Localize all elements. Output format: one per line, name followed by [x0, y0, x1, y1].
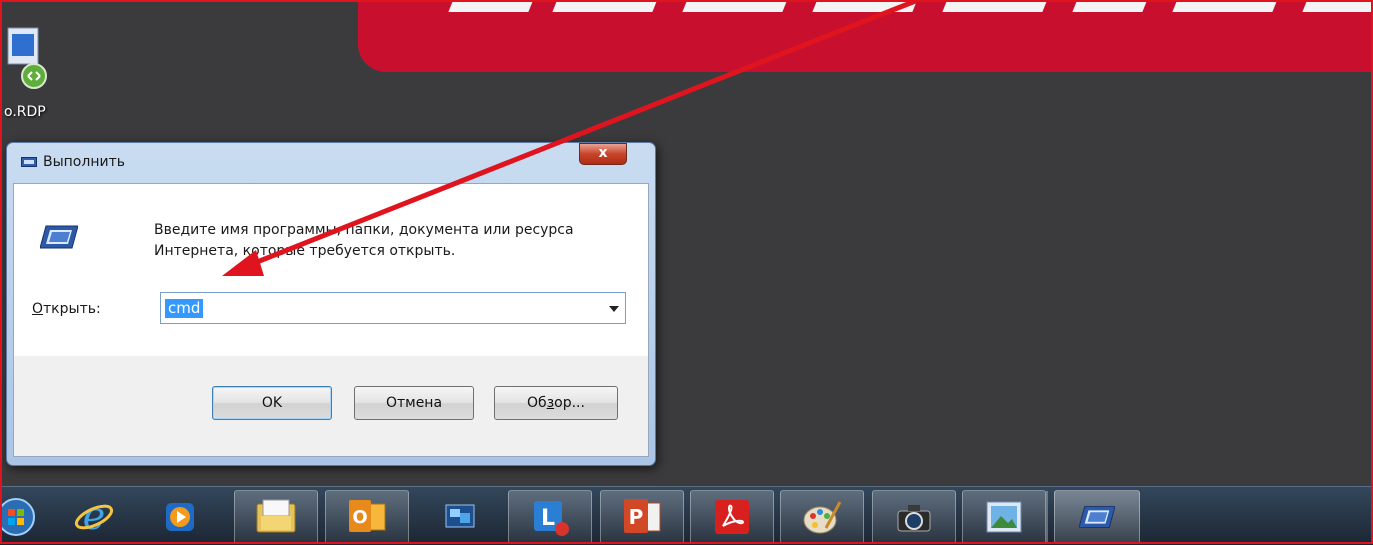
- run-icon: [21, 157, 37, 167]
- taskbar-acrobat[interactable]: [690, 490, 774, 544]
- browse-label-prefix: Об: [527, 395, 547, 411]
- media-player-icon: [166, 503, 194, 531]
- banner-letter-shape: [552, 0, 664, 12]
- svg-text:e: e: [83, 497, 106, 537]
- open-field-label: Открыть:: [32, 301, 101, 317]
- open-combobox[interactable]: cmd: [160, 292, 626, 324]
- start-button[interactable]: [0, 491, 44, 543]
- banner-letter-shape: [942, 0, 1054, 12]
- camera-icon: [897, 505, 931, 532]
- banner-letter-shape: [812, 0, 924, 12]
- open-label-text: ткрыть:: [43, 301, 101, 317]
- remote-desktop-file-icon: [7, 27, 47, 89]
- browse-label-suffix: ор...: [554, 395, 585, 411]
- dialog-title: Выполнить: [43, 154, 125, 170]
- paint-icon: [803, 501, 842, 534]
- banner-letter-shape: [1072, 0, 1154, 12]
- banner-letter-shape: [1172, 0, 1284, 12]
- banner-letter-shape: [448, 0, 540, 12]
- taskbar-powerpoint[interactable]: P: [600, 490, 684, 544]
- dialog-title-bar[interactable]: Выполнить x: [7, 143, 655, 183]
- taskbar-photo-viewer[interactable]: [962, 490, 1046, 544]
- taskbar-media-player[interactable]: [150, 491, 210, 543]
- close-icon: x: [598, 145, 608, 161]
- outlook-icon: O: [349, 500, 386, 532]
- taskbar-separator: [1046, 491, 1048, 543]
- rdp-shortcut-label[interactable]: o.RDP: [4, 104, 46, 120]
- acrobat-icon: [715, 500, 749, 534]
- svg-text:P: P: [629, 505, 644, 529]
- taskbar-run-dialog[interactable]: [1054, 490, 1140, 544]
- svg-text:L: L: [541, 506, 555, 531]
- run-icon: [40, 225, 78, 249]
- taskbar: e O L P: [0, 486, 1373, 545]
- photo-viewer-icon: [986, 501, 1022, 533]
- start-orb-icon: [2, 498, 35, 536]
- open-label-accelerator: О: [32, 301, 44, 317]
- taskbar-camera[interactable]: [872, 490, 956, 544]
- taskbar-file-explorer[interactable]: [234, 490, 318, 544]
- dialog-content-panel: Введите имя программы, папки, документа …: [14, 184, 648, 356]
- svg-text:O: O: [352, 507, 367, 528]
- taskbar-remote-desktop[interactable]: [430, 491, 490, 543]
- run-icon: [1079, 506, 1115, 528]
- dialog-client-area: Введите имя программы, папки, документа …: [13, 183, 649, 457]
- chevron-down-icon[interactable]: [609, 306, 619, 312]
- run-dialog: Выполнить x Введите имя программы, папки…: [6, 142, 656, 466]
- cancel-button[interactable]: Отмена: [354, 386, 474, 420]
- browse-button[interactable]: Обзор...: [494, 386, 618, 420]
- taskbar-paint[interactable]: [780, 490, 864, 544]
- internet-explorer-icon: e: [74, 497, 114, 537]
- banner-letter-shape: [1302, 0, 1373, 12]
- open-input-value[interactable]: cmd: [165, 299, 204, 318]
- taskbar-ie[interactable]: e: [64, 491, 124, 543]
- dialog-description: Введите имя программы, папки, документа …: [154, 222, 574, 259]
- lync-icon: L: [534, 501, 569, 536]
- file-explorer-icon: [256, 499, 296, 533]
- taskbar-outlook[interactable]: O: [325, 490, 409, 544]
- wallpaper-banner: [358, 0, 1373, 72]
- powerpoint-icon: P: [624, 499, 661, 533]
- taskbar-lync[interactable]: L: [508, 490, 592, 544]
- remote-desktop-icon: [445, 504, 475, 528]
- rdp-desktop-shortcut[interactable]: [0, 24, 60, 104]
- close-button[interactable]: x: [579, 143, 627, 165]
- ok-button[interactable]: OK: [212, 386, 332, 420]
- banner-letter-shape: [682, 0, 794, 12]
